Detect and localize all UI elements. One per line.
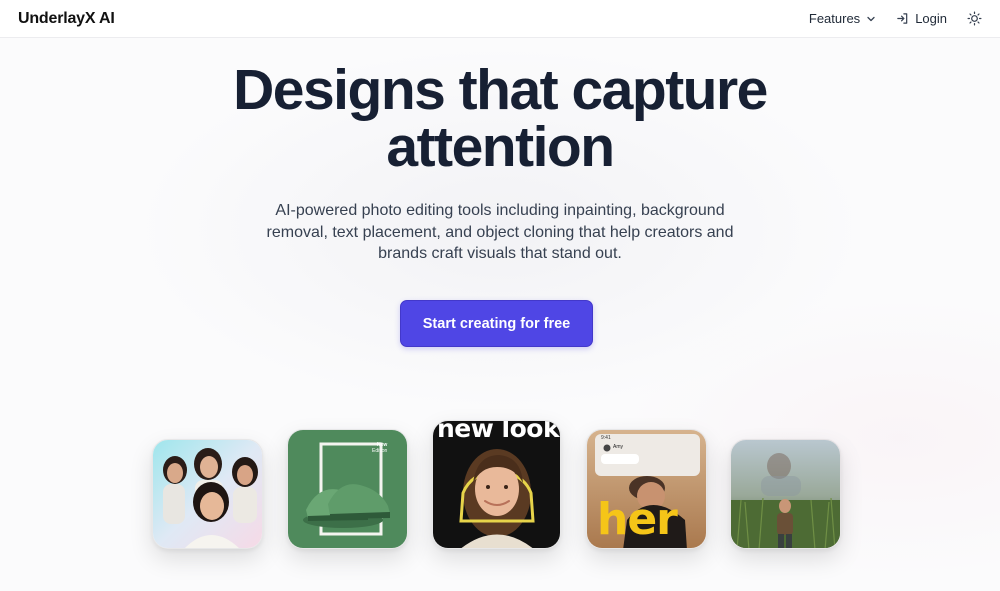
chevron-down-icon <box>866 14 876 24</box>
hero-title: Designs that capture attention <box>0 62 1000 176</box>
chat-contact-name: Amy <box>613 444 623 450</box>
showcase-image-field <box>730 439 841 549</box>
brand-logo[interactable]: UnderlayX AI <box>18 10 115 28</box>
login-label: Login <box>915 11 947 26</box>
chat-time: 9:41 <box>601 435 611 441</box>
showcase-image-her: 9:41 Amy her <box>586 429 707 549</box>
hero-section: Designs that capture attention AI-powere… <box>0 38 1000 591</box>
new-edition-badge: New Edition <box>372 442 387 454</box>
login-link[interactable]: Login <box>896 11 947 26</box>
hero-subtitle: AI-powered photo editing tools including… <box>266 202 734 262</box>
showcase-image-sneakers: New Edition <box>287 429 408 549</box>
start-creating-button[interactable]: Start creating for free <box>400 300 593 347</box>
features-label: Features <box>808 11 861 26</box>
tile-overlay-text-new-look: new look <box>437 420 560 443</box>
badge-line2: Edition <box>372 448 388 454</box>
theme-toggle-button[interactable] <box>967 11 982 26</box>
main-nav: Features Login <box>809 11 982 26</box>
hero-title-line1: Designs that capture <box>233 58 768 122</box>
showcase-image-clone <box>152 439 263 549</box>
login-icon <box>896 12 909 25</box>
sun-icon <box>967 11 982 26</box>
top-navbar: UnderlayX AI Features Login <box>0 0 1000 38</box>
hero-title-line2: attention <box>386 115 615 179</box>
features-menu[interactable]: Features <box>809 11 876 26</box>
showcase-image-portrait: new look <box>432 420 561 549</box>
tile-overlay-text-her: her <box>597 494 678 545</box>
